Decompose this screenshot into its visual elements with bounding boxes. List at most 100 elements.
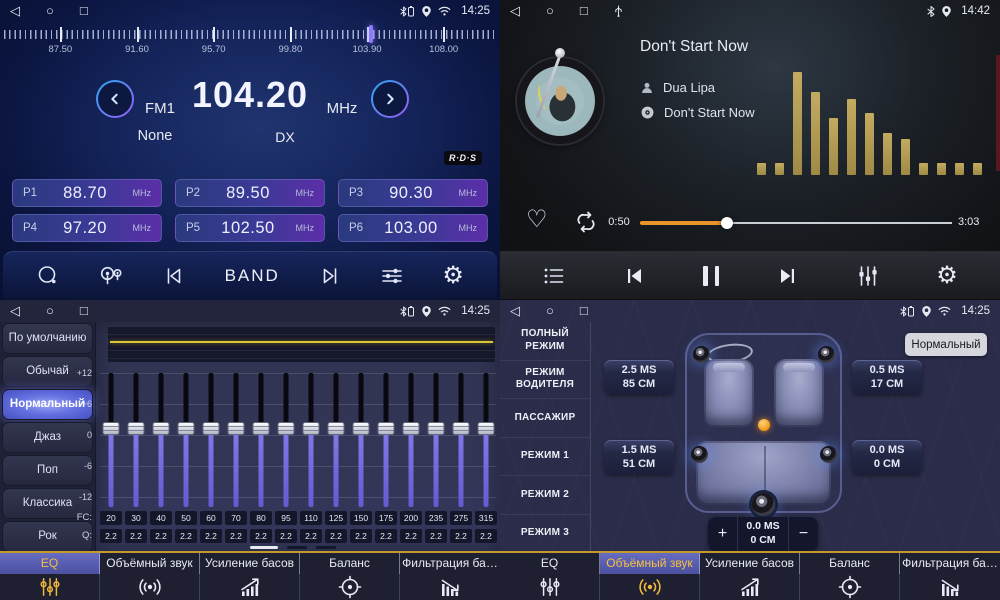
tab-eq[interactable]: EQ bbox=[500, 553, 600, 600]
tab-bass-boost[interactable]: Усиление басов bbox=[200, 553, 300, 600]
eq-slider-handle[interactable] bbox=[178, 422, 195, 435]
tab-eq[interactable]: EQ bbox=[0, 553, 100, 600]
equalizer-shortcut-button[interactable] bbox=[380, 264, 404, 288]
eq-slider-track[interactable] bbox=[459, 373, 464, 507]
decrease-delay-button[interactable]: − bbox=[788, 517, 818, 551]
repeat-button[interactable] bbox=[574, 210, 598, 239]
delay-cm: 51 CM bbox=[623, 457, 655, 471]
recents-icon[interactable]: □ bbox=[80, 0, 88, 22]
eq-slider-handle[interactable] bbox=[103, 422, 120, 435]
progress-track[interactable] bbox=[640, 222, 952, 224]
total-time: 3:03 bbox=[958, 216, 979, 228]
eq-slider-track[interactable] bbox=[284, 373, 289, 507]
delay-front-right-button[interactable]: 0.5 MS 17 CM bbox=[852, 360, 922, 394]
fc-value: 125 bbox=[325, 511, 347, 525]
next-station-button[interactable] bbox=[318, 264, 342, 288]
sound-profile-button[interactable]: Нормальный bbox=[905, 333, 987, 356]
location-icon bbox=[422, 306, 431, 317]
pause-button[interactable] bbox=[703, 266, 719, 286]
preset-button[interactable]: P2 89.50 MHz bbox=[175, 179, 325, 207]
eq-slider-track[interactable] bbox=[259, 373, 264, 507]
recents-icon[interactable]: □ bbox=[580, 0, 588, 22]
preset-button[interactable]: P1 88.70 MHz bbox=[12, 179, 162, 207]
home-icon[interactable]: ○ bbox=[46, 300, 54, 322]
eq-slider-track[interactable] bbox=[134, 373, 139, 507]
listening-mode-button[interactable]: РЕЖИМ ВОДИТЕЛЯ bbox=[500, 361, 590, 400]
eq-slider-track[interactable] bbox=[484, 373, 489, 507]
tab-balance[interactable]: Баланс bbox=[300, 553, 400, 600]
back-icon[interactable]: ◁ bbox=[10, 300, 20, 322]
eq-slider-track[interactable] bbox=[209, 373, 214, 507]
preset-button[interactable]: P6 103.00 MHz bbox=[338, 214, 488, 242]
tune-up-button[interactable] bbox=[371, 80, 409, 118]
tab-surround[interactable]: Объёмный звук bbox=[100, 553, 200, 600]
eq-slider-handle[interactable] bbox=[428, 422, 445, 435]
tab-bass-filter[interactable]: Фильтрация ба… bbox=[400, 553, 500, 600]
listening-mode-button[interactable]: ПОЛНЫЙ РЕЖИМ bbox=[500, 322, 590, 361]
previous-station-button[interactable] bbox=[162, 264, 186, 288]
eq-slider-track[interactable] bbox=[434, 373, 439, 507]
q-value: 2.2 bbox=[250, 529, 272, 543]
eq-slider-track[interactable] bbox=[409, 373, 414, 507]
tab-balance[interactable]: Баланс bbox=[800, 553, 900, 600]
eq-slider-track[interactable] bbox=[384, 373, 389, 507]
home-icon[interactable]: ○ bbox=[46, 0, 54, 22]
delay-rear-left-button[interactable]: 1.5 MS 51 CM bbox=[604, 440, 674, 474]
increase-delay-button[interactable]: + bbox=[708, 517, 738, 551]
eq-preset-button[interactable]: По умолчанию bbox=[2, 323, 93, 354]
home-icon[interactable]: ○ bbox=[546, 0, 554, 22]
delay-rear-right-button[interactable]: 0.0 MS 0 CM bbox=[852, 440, 922, 474]
eq-slider-handle[interactable] bbox=[303, 422, 320, 435]
preset-button[interactable]: P4 97.20 MHz bbox=[12, 214, 162, 242]
eq-slider-track[interactable] bbox=[359, 373, 364, 507]
listening-mode-button[interactable]: ПАССАЖИР bbox=[500, 399, 590, 438]
previous-track-button[interactable] bbox=[623, 264, 647, 288]
eq-slider-handle[interactable] bbox=[453, 422, 470, 435]
eq-slider-handle[interactable] bbox=[478, 422, 495, 435]
eq-slider-handle[interactable] bbox=[403, 422, 420, 435]
eq-slider-handle[interactable] bbox=[228, 422, 245, 435]
delay-front-left-button[interactable]: 2.5 MS 85 CM bbox=[604, 360, 674, 394]
eq-slider-track[interactable] bbox=[309, 373, 314, 507]
spectrum-bar bbox=[883, 133, 892, 175]
eq-slider-handle[interactable] bbox=[278, 422, 295, 435]
back-icon[interactable]: ◁ bbox=[510, 300, 520, 322]
tab-bass-filter[interactable]: Фильтрация ба… bbox=[900, 553, 1000, 600]
preset-button[interactable]: P5 102.50 MHz bbox=[175, 214, 325, 242]
tab-bass-boost[interactable]: Усиление басов bbox=[700, 553, 800, 600]
back-icon[interactable]: ◁ bbox=[510, 0, 520, 22]
eq-shortcut-button[interactable] bbox=[856, 264, 880, 288]
settings-button[interactable]: ⚙ bbox=[936, 264, 958, 288]
recents-icon[interactable]: □ bbox=[80, 300, 88, 322]
listening-mode-button[interactable]: РЕЖИМ 2 bbox=[500, 476, 590, 515]
eq-scroll-indicator[interactable] bbox=[250, 546, 336, 549]
eq-slider-handle[interactable] bbox=[253, 422, 270, 435]
band-button[interactable]: BAND bbox=[225, 266, 280, 286]
eq-slider-handle[interactable] bbox=[203, 422, 220, 435]
favorite-button[interactable]: ♡ bbox=[526, 205, 548, 234]
tune-down-button[interactable] bbox=[96, 80, 134, 118]
eq-slider-track[interactable] bbox=[159, 373, 164, 507]
listening-mode-button[interactable]: РЕЖИМ 3 bbox=[500, 515, 590, 554]
broadcast-button[interactable] bbox=[98, 264, 124, 288]
scan-button[interactable] bbox=[36, 264, 60, 288]
back-icon[interactable]: ◁ bbox=[10, 0, 20, 22]
eq-slider-handle[interactable] bbox=[378, 422, 395, 435]
tab-surround[interactable]: Объёмный звук bbox=[600, 553, 700, 600]
eq-slider-track[interactable] bbox=[334, 373, 339, 507]
listening-mode-button[interactable]: РЕЖИМ 1 bbox=[500, 438, 590, 477]
eq-slider-handle[interactable] bbox=[153, 422, 170, 435]
home-icon[interactable]: ○ bbox=[546, 300, 554, 322]
eq-slider-handle[interactable] bbox=[128, 422, 145, 435]
next-track-button[interactable] bbox=[775, 264, 799, 288]
eq-slider-track[interactable] bbox=[109, 373, 114, 507]
eq-slider-track[interactable] bbox=[184, 373, 189, 507]
playlist-button[interactable] bbox=[542, 264, 566, 288]
preset-button[interactable]: P3 90.30 MHz bbox=[338, 179, 488, 207]
eq-slider-handle[interactable] bbox=[328, 422, 345, 435]
settings-button[interactable]: ⚙ bbox=[442, 264, 464, 288]
recents-icon[interactable]: □ bbox=[580, 300, 588, 322]
eq-slider-handle[interactable] bbox=[353, 422, 370, 435]
eq-slider-track[interactable] bbox=[234, 373, 239, 507]
progress-thumb[interactable] bbox=[721, 217, 733, 229]
